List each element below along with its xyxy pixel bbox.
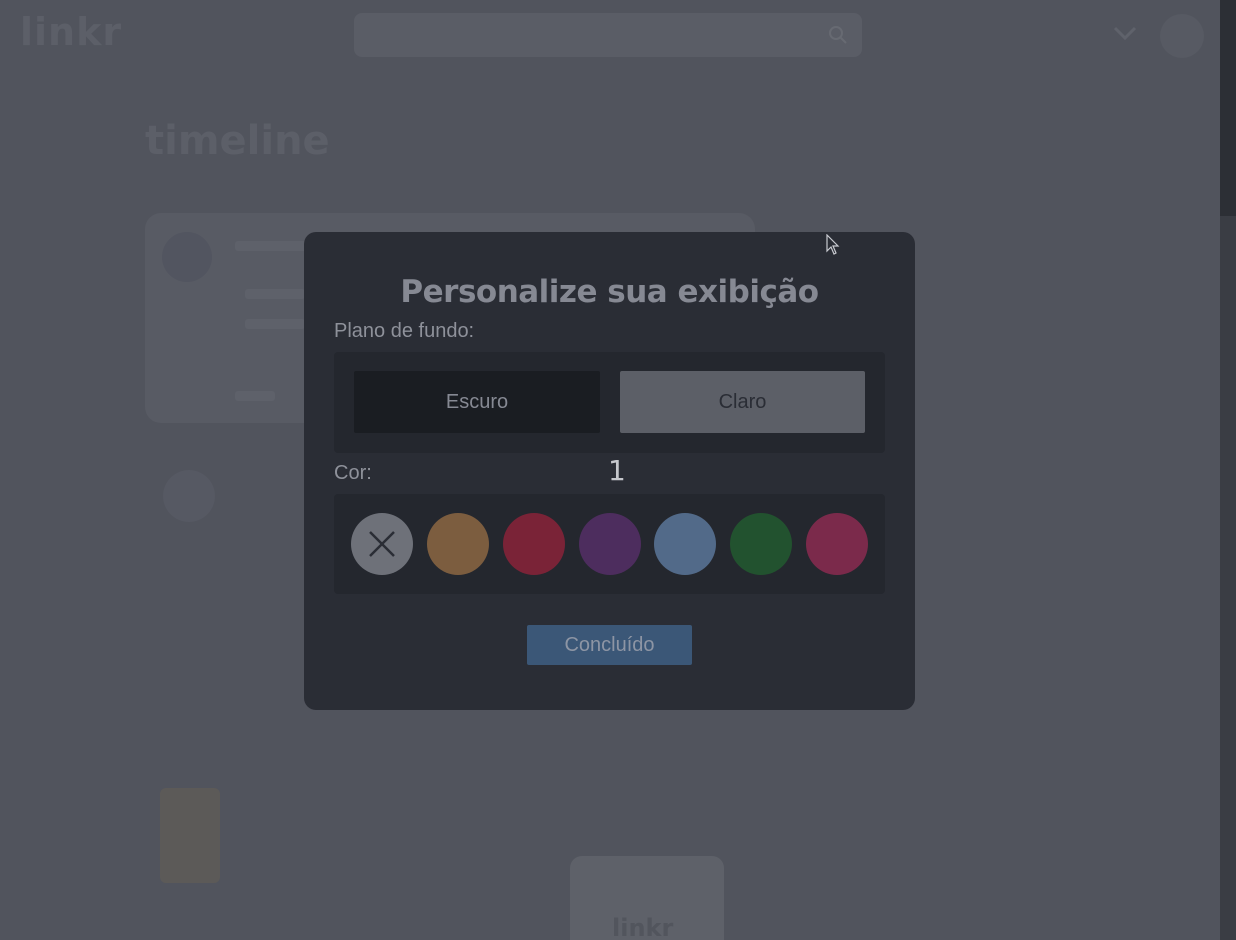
color-swatch-none[interactable] [351, 513, 413, 575]
mouse-cursor-icon [826, 234, 840, 255]
avatar[interactable] [160, 788, 220, 883]
background-options-panel: Escuro Claro [334, 352, 885, 453]
scrollbar-thumb[interactable] [1220, 0, 1236, 216]
app-logo[interactable]: linkr [20, 10, 122, 54]
color-label: Cor: [334, 462, 372, 484]
chevron-down-icon[interactable] [1112, 24, 1138, 42]
link-preview-logo: linkr [612, 914, 674, 940]
avatar[interactable] [163, 470, 215, 522]
theme-light-button[interactable]: Claro [620, 371, 865, 433]
link-preview[interactable]: linkr [570, 856, 724, 940]
search-icon[interactable] [828, 25, 848, 45]
modal-title: Personalize sua exibição [400, 274, 819, 310]
avatar [162, 232, 212, 282]
customize-display-modal: Personalize sua exibição Plano de fundo:… [304, 232, 915, 710]
color-swatch-pink[interactable] [806, 513, 868, 575]
color-swatch-green[interactable] [730, 513, 792, 575]
color-swatch-blue[interactable] [654, 513, 716, 575]
theme-dark-button[interactable]: Escuro [354, 371, 600, 433]
selection-count-badge: 1 [608, 454, 626, 487]
user-avatar[interactable] [1160, 14, 1204, 58]
background-label: Plano de fundo: [334, 320, 475, 342]
color-swatch-purple[interactable] [579, 513, 641, 575]
post-text-placeholder [235, 391, 275, 401]
done-button[interactable]: Concluído [527, 625, 692, 665]
post-text-placeholder [245, 289, 305, 299]
close-icon [369, 531, 395, 557]
color-swatch-red[interactable] [503, 513, 565, 575]
color-options-panel [334, 494, 885, 594]
search-input[interactable] [354, 13, 862, 57]
post-text-placeholder [245, 319, 305, 329]
color-swatch-orange[interactable] [427, 513, 489, 575]
page-title: timeline [145, 118, 330, 164]
